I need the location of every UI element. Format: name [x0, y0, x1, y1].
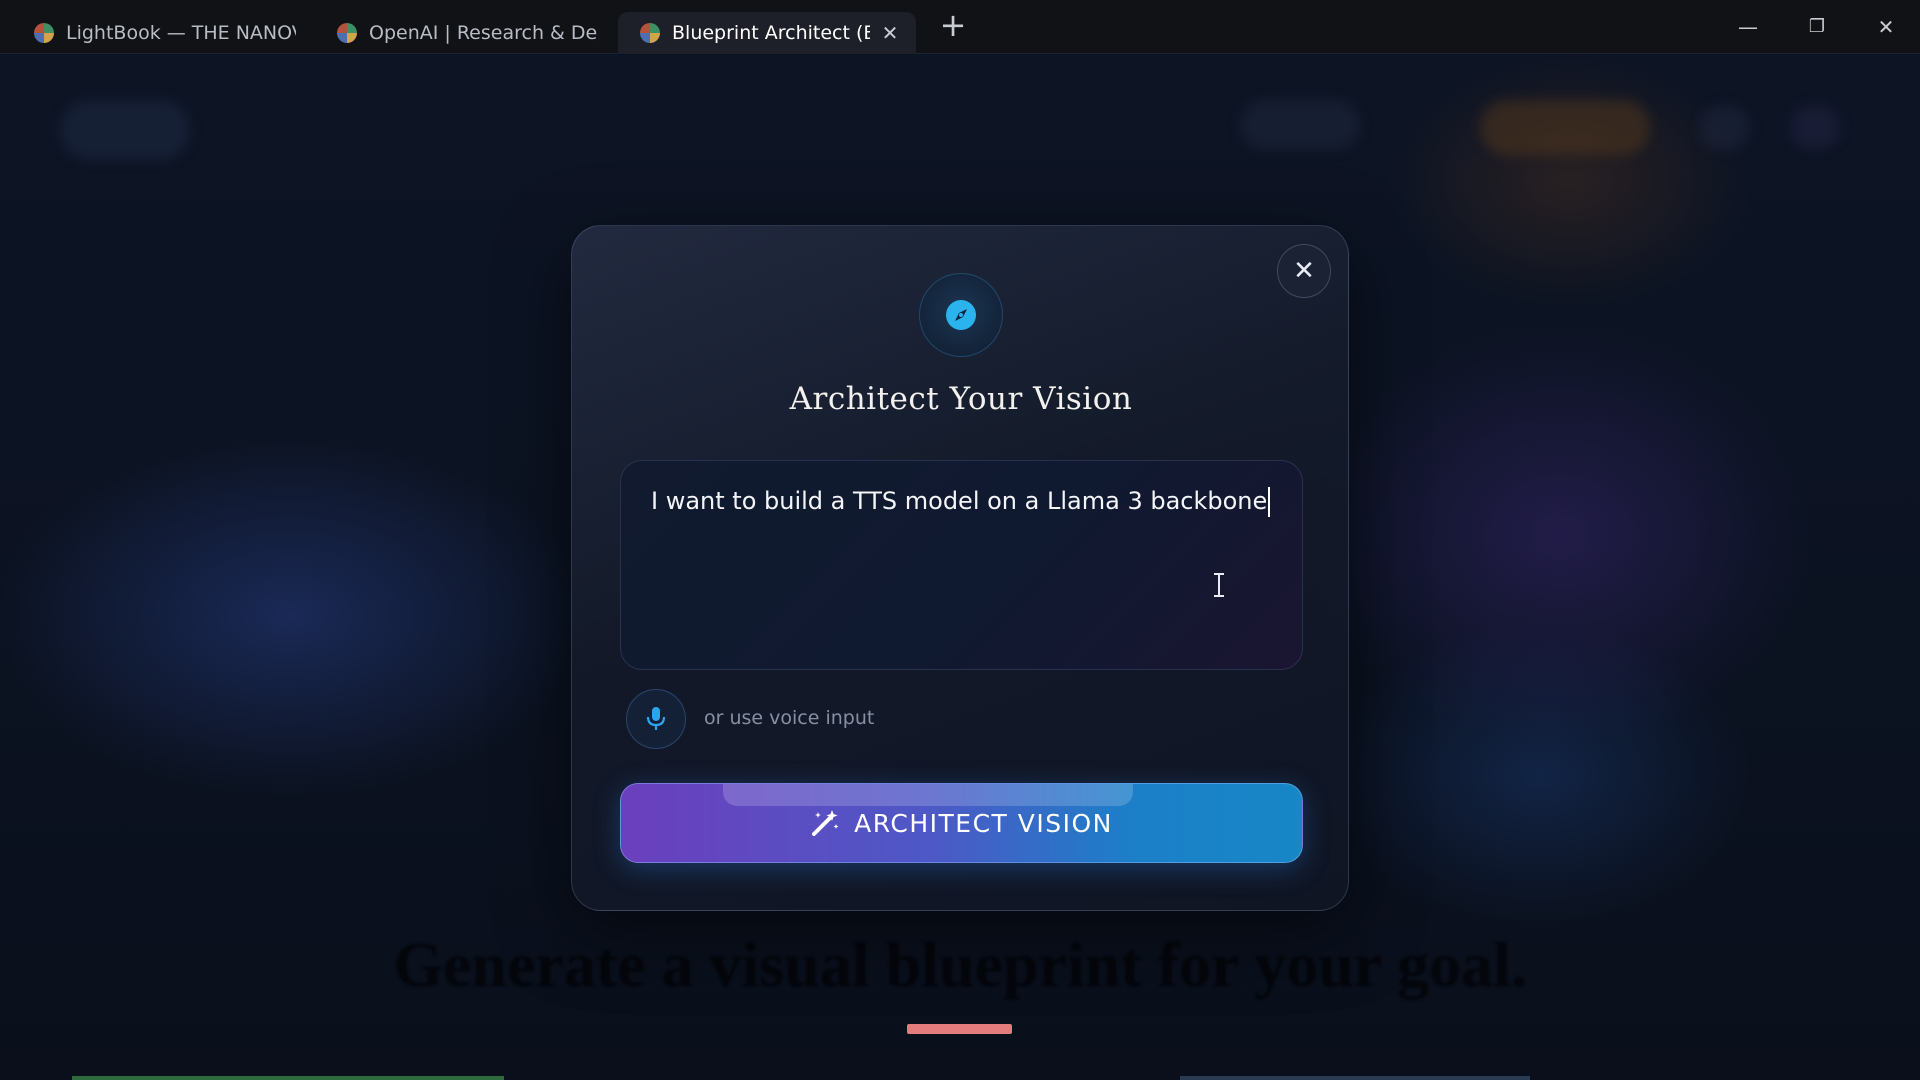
tab-title: LightBook — THE NANOVE...	[66, 22, 296, 44]
tab-title: Blueprint Architect (Bet...	[672, 22, 870, 44]
page-load-bar-secondary	[1180, 1076, 1530, 1080]
new-tab-button[interactable]: +	[938, 9, 968, 44]
tab-lightbook[interactable]: LightBook — THE NANOVE...	[12, 12, 310, 54]
blurred-action	[1480, 100, 1650, 155]
globe-icon	[34, 23, 54, 43]
background-headline: Generate a visual blueprint for your goa…	[393, 929, 1527, 1000]
text-caret	[1268, 487, 1271, 517]
page-load-bar	[72, 1076, 504, 1080]
architect-modal: ✕ Architect Your Vision I want to build …	[571, 225, 1349, 911]
modal-close-button[interactable]: ✕	[1277, 244, 1331, 298]
text-cursor-icon	[1214, 573, 1224, 597]
close-tab-icon[interactable]: ✕	[878, 21, 902, 45]
blurred-icon	[1700, 105, 1750, 150]
button-highlight	[723, 784, 1133, 806]
headline-underline	[907, 1024, 1012, 1034]
compass-icon	[919, 273, 1003, 357]
minimize-button[interactable]: —	[1728, 10, 1768, 44]
vision-textarea[interactable]: I want to build a TTS model on a Llama 3…	[620, 460, 1303, 670]
vision-input-value: I want to build a TTS model on a Llama 3…	[651, 487, 1271, 517]
tab-title: OpenAI | Research & Deplo...	[369, 22, 599, 44]
window-close-button[interactable]: ✕	[1866, 10, 1906, 44]
blurred-avatar	[1790, 105, 1840, 150]
microphone-icon	[646, 707, 666, 730]
restore-button[interactable]: ❐	[1797, 10, 1837, 44]
architect-vision-label: ARCHITECT VISION	[854, 808, 1113, 838]
globe-icon	[337, 23, 357, 43]
globe-icon	[640, 23, 660, 43]
browser-titlebar: LightBook — THE NANOVE... OpenAI | Resea…	[0, 0, 1920, 54]
voice-input-label: or use voice input	[704, 707, 875, 729]
modal-title: Architect Your Vision	[789, 381, 1133, 417]
blurred-logo	[60, 100, 190, 160]
voice-input-button[interactable]	[626, 689, 686, 749]
magic-wand-icon	[812, 810, 839, 836]
architect-vision-button[interactable]: ARCHITECT VISION	[620, 783, 1303, 863]
tab-blueprint-architect[interactable]: Blueprint Architect (Bet... ✕	[618, 12, 916, 54]
tab-openai[interactable]: OpenAI | Research & Deplo...	[315, 12, 613, 54]
blurred-nav	[1240, 100, 1360, 150]
